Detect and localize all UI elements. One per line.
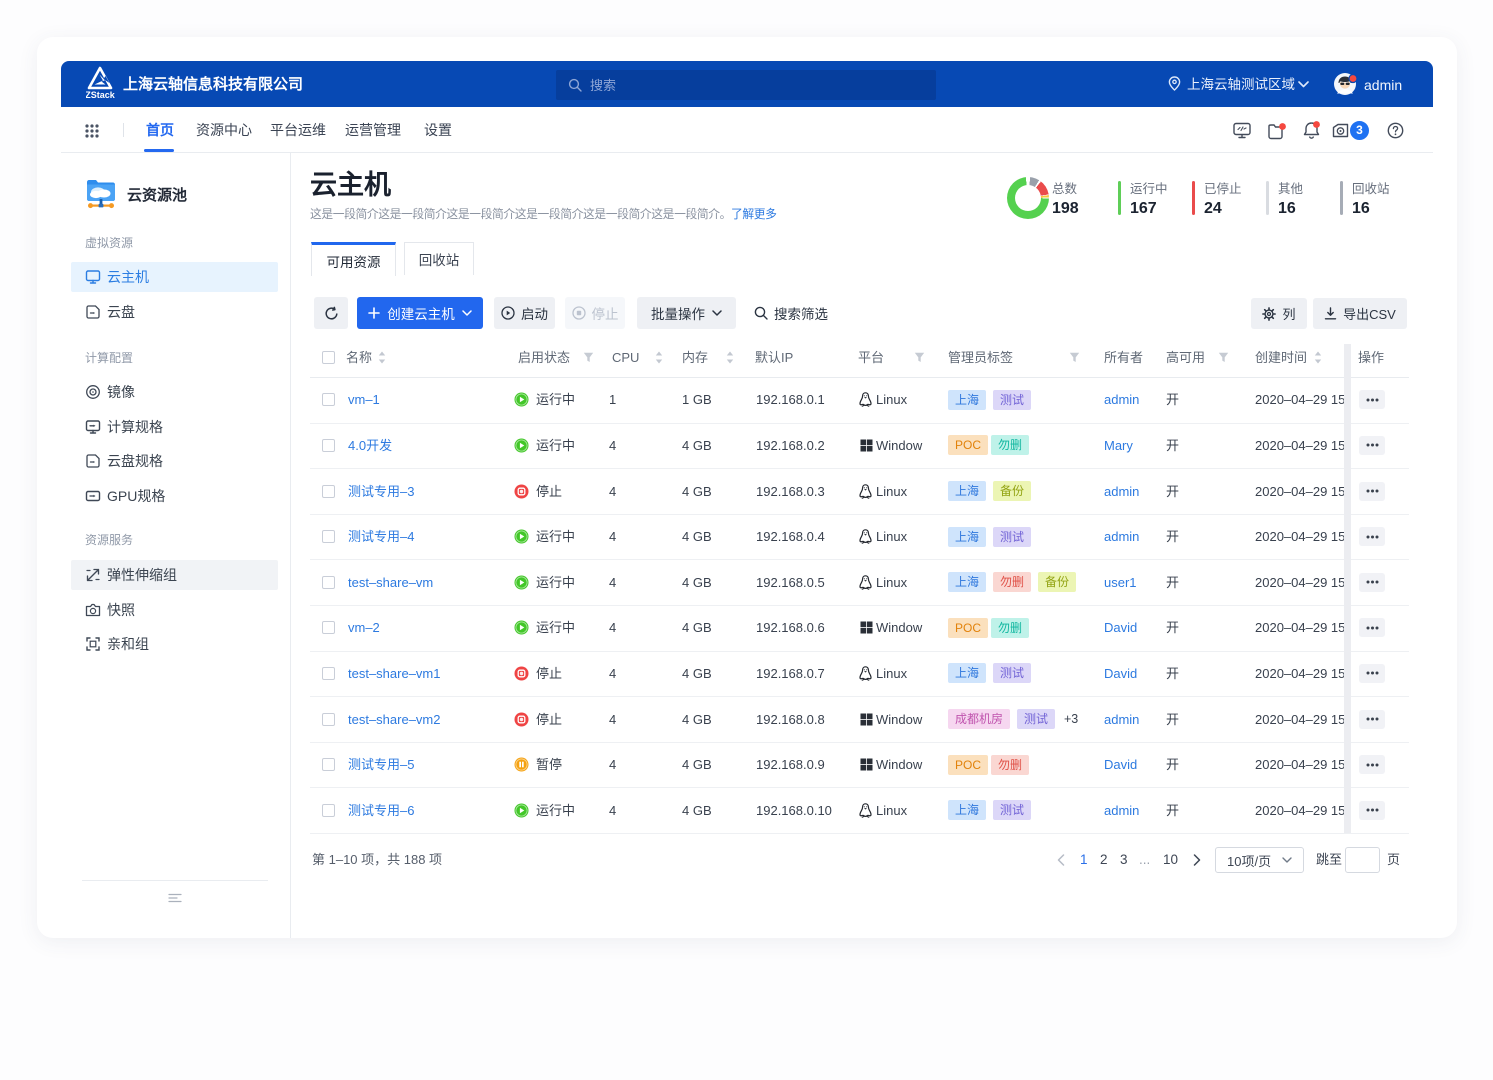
svg-text:ZStack: ZStack	[86, 90, 116, 100]
